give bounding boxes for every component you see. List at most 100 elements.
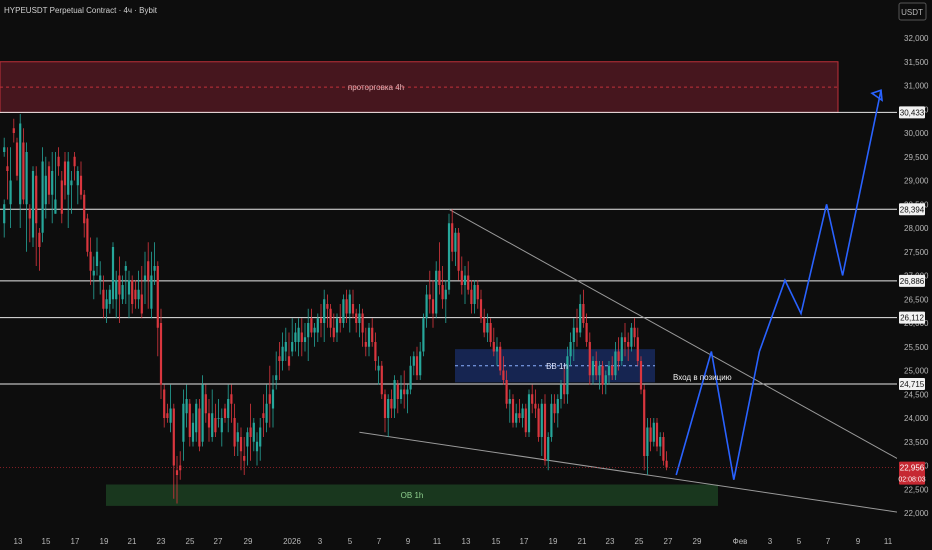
candle-body [447, 223, 451, 290]
candle-body [524, 408, 527, 433]
candle-body [137, 289, 140, 300]
time-tick-label: 23 [606, 537, 615, 546]
candle-body [236, 432, 239, 442]
candle-body [502, 370, 505, 380]
candle-body [166, 413, 169, 418]
candle-body [41, 161, 44, 233]
candle-body [303, 337, 307, 342]
candle-body [233, 418, 236, 447]
candle-body [54, 199, 57, 214]
candle-body [540, 403, 543, 437]
green-zone-label: OB 1h [401, 491, 424, 500]
time-tick-label: 13 [14, 537, 23, 546]
candle-body [649, 427, 652, 442]
candle-body [623, 337, 627, 342]
candle-body [287, 356, 291, 366]
candle-body [163, 389, 166, 418]
candle-body [79, 175, 83, 195]
candle-body [25, 152, 28, 205]
candle-body [614, 351, 617, 376]
candle-body [182, 403, 185, 442]
candle-body [204, 394, 207, 414]
candle-body [220, 418, 223, 433]
candle-body [92, 270, 95, 276]
candle-body [470, 289, 473, 304]
candle-body [511, 399, 515, 423]
red-zone [0, 61, 839, 113]
candle-body [227, 399, 230, 418]
candle-body [108, 289, 111, 304]
candle-body [259, 427, 262, 447]
candle-body [563, 384, 566, 395]
candle-body [547, 437, 550, 461]
candle-body [431, 299, 435, 314]
candle-body [499, 346, 502, 371]
time-tick-label: 9 [406, 537, 411, 546]
candle-body [444, 289, 447, 300]
candle-body [463, 275, 467, 285]
candle-body [31, 171, 35, 238]
candle-body [595, 361, 598, 376]
time-tick-label: 7 [826, 537, 831, 546]
candle-body [659, 437, 662, 447]
time-tick-label: 19 [549, 537, 558, 546]
time-tick-label: 3 [768, 537, 773, 546]
candle-body [655, 422, 659, 447]
candle-body [131, 280, 134, 304]
candle-body [598, 365, 601, 376]
time-tick-label: 25 [186, 537, 195, 546]
candle-body [44, 175, 47, 205]
candle-body [396, 384, 399, 399]
candle-body [175, 470, 179, 475]
candle-body [214, 418, 217, 433]
candle-body [428, 294, 431, 300]
candle-body [95, 251, 99, 266]
level-price-label: 26,112 [900, 314, 924, 323]
candle-body [278, 356, 281, 361]
candle-body [483, 318, 486, 333]
candle-body [358, 313, 361, 323]
time-tick-label: 17 [71, 537, 80, 546]
candle-body [611, 365, 614, 376]
candle-body [636, 337, 639, 361]
candle-body [156, 266, 159, 328]
candle-body [572, 327, 575, 342]
candle-body [201, 384, 204, 442]
candle-body [575, 327, 579, 333]
candle-body [275, 375, 278, 380]
candle-body [67, 161, 70, 195]
candle-body [291, 342, 294, 352]
candle-body [479, 299, 483, 319]
candle-body [569, 342, 572, 357]
candle-body [102, 289, 105, 309]
candle-body [646, 427, 649, 456]
candle-body [271, 389, 275, 409]
time-tick-label: 29 [693, 537, 702, 546]
candle-body [140, 294, 143, 314]
candle-body [335, 318, 339, 333]
candle-body [409, 365, 412, 390]
candle-body [515, 413, 518, 423]
level-price-label: 24,715 [900, 380, 925, 389]
candle-body [86, 218, 89, 252]
candle-body [252, 422, 255, 442]
candle-body [294, 332, 297, 342]
price-chart[interactable]: проторговка 4h BB 1h OB 1h Вход в позици… [0, 0, 932, 550]
candle-body [556, 399, 559, 414]
candle-body [441, 285, 444, 300]
candle-body [383, 394, 387, 418]
candle-body [473, 285, 476, 304]
candle-body [111, 247, 115, 300]
candle-body [307, 323, 310, 338]
candle-body [534, 403, 537, 409]
candle-body [579, 304, 582, 333]
candle-body [118, 275, 121, 295]
candle-body [617, 351, 620, 361]
candle-body [47, 166, 51, 195]
time-tick-label: 5 [348, 537, 353, 546]
current-price-label: 22,956 [900, 464, 925, 473]
blue-zone-label: BB 1h [546, 362, 568, 371]
candle-body [3, 204, 6, 224]
price-tick-label: 31,500 [904, 58, 929, 67]
price-tick-label: 22,500 [904, 485, 929, 494]
